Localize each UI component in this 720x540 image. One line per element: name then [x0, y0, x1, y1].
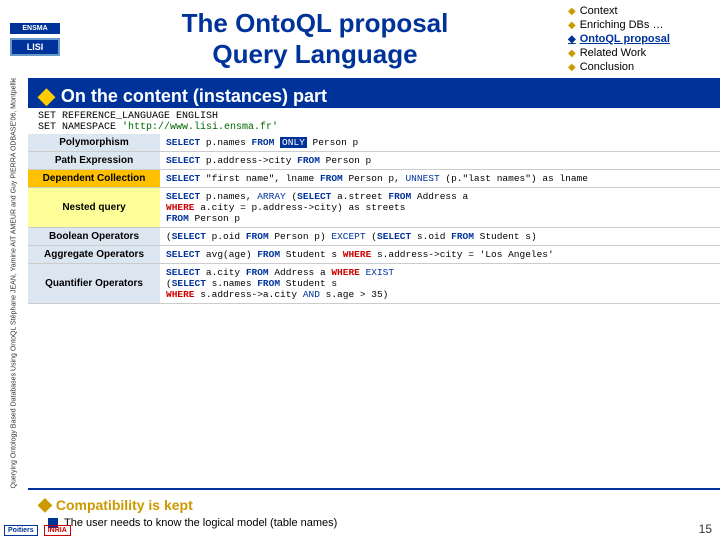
row-label: Nested query	[28, 188, 160, 228]
nav-bullet-3: ◆	[568, 34, 576, 45]
table-row: Dependent CollectionSELECT "first name",…	[28, 170, 720, 188]
bottom-subtitle: The user needs to know the logical model…	[38, 517, 710, 529]
bottom-section: ◆ Compatibility is kept The user needs t…	[28, 488, 720, 540]
inria-logo: INRIA	[44, 525, 71, 536]
main-title: The OntoQL proposal Query Language	[182, 8, 449, 70]
row-code: (SELECT p.oid FROM Person p) EXCEPT (SEL…	[160, 228, 720, 246]
ensma-logo: ENSMA	[10, 23, 60, 34]
table-row: Aggregate OperatorsSELECT avg(age) FROM …	[28, 246, 720, 264]
main-content: PolymorphismSELECT p.names FROM ONLY Per…	[28, 134, 720, 488]
lisi-logo: LISI	[10, 38, 60, 56]
title-block: The OntoQL proposal Query Language	[70, 0, 560, 78]
table-row: Quantifier OperatorsSELECT a.city FROM A…	[28, 264, 720, 304]
row-code: SELECT p.address->city FROM Person p	[160, 152, 720, 170]
nav-bullet-4: ◆	[568, 48, 576, 59]
row-label: Boolean Operators	[28, 228, 160, 246]
row-code: SELECT p.names FROM ONLY Person p	[160, 134, 720, 152]
row-label: Aggregate Operators	[28, 246, 160, 264]
page-number: 15	[699, 522, 712, 536]
nav-item-related[interactable]: ◆ Related Work	[568, 47, 712, 59]
nav-item-conclusion[interactable]: ◆ Conclusion	[568, 61, 712, 73]
code-line-2: SET NAMESPACE 'http://www.lisi.ensma.fr'	[38, 122, 710, 133]
nav-item-ontoql[interactable]: ◆ OntoQL proposal	[568, 33, 712, 45]
row-code: SELECT a.city FROM Address a WHERE EXIST…	[160, 264, 720, 304]
poitiers-logo: Poitiers	[4, 525, 38, 536]
row-label: Quantifier Operators	[28, 264, 160, 304]
table-row: PolymorphismSELECT p.names FROM ONLY Per…	[28, 134, 720, 152]
sidebar-text: Querying Ontology Based Databases Using …	[0, 78, 28, 498]
nav-block: ◆ Context ◆ Enriching DBs … ◆ OntoQL pro…	[560, 0, 720, 78]
code-block-top: SET REFERENCE_LANGUAGE ENGLISH SET NAMES…	[28, 108, 720, 137]
row-code: SELECT "first name", lname FROM Person p…	[160, 170, 720, 188]
bottom-logos: Poitiers INRIA	[4, 525, 71, 536]
row-code: SELECT p.names, ARRAY (SELECT a.street F…	[160, 188, 720, 228]
nav-item-context[interactable]: ◆ Context	[568, 5, 712, 17]
nav-bullet-1: ◆	[568, 6, 576, 17]
section-bullet: ◆	[38, 83, 55, 109]
sidebar-rotated-text: Querying Ontology Based Databases Using …	[11, 88, 18, 488]
header: ENSMA LISI The OntoQL proposal Query Lan…	[0, 0, 720, 78]
nav-bullet-2: ◆	[568, 20, 576, 31]
table-row: Boolean Operators(SELECT p.oid FROM Pers…	[28, 228, 720, 246]
logos: ENSMA LISI	[0, 0, 70, 78]
row-label: Dependent Collection	[28, 170, 160, 188]
nav-item-enriching[interactable]: ◆ Enriching DBs …	[568, 19, 712, 31]
bottom-bullet-icon: ◆	[38, 494, 52, 515]
row-label: Path Expression	[28, 152, 160, 170]
table-row: Path ExpressionSELECT p.address->city FR…	[28, 152, 720, 170]
row-label: Polymorphism	[28, 134, 160, 152]
table-row: Nested querySELECT p.names, ARRAY (SELEC…	[28, 188, 720, 228]
main-table: PolymorphismSELECT p.names FROM ONLY Per…	[28, 134, 720, 304]
code-line-1: SET REFERENCE_LANGUAGE ENGLISH	[38, 111, 710, 122]
nav-bullet-5: ◆	[568, 62, 576, 73]
row-code: SELECT avg(age) FROM Student s WHERE s.a…	[160, 246, 720, 264]
bottom-title: ◆ Compatibility is kept	[38, 494, 710, 515]
